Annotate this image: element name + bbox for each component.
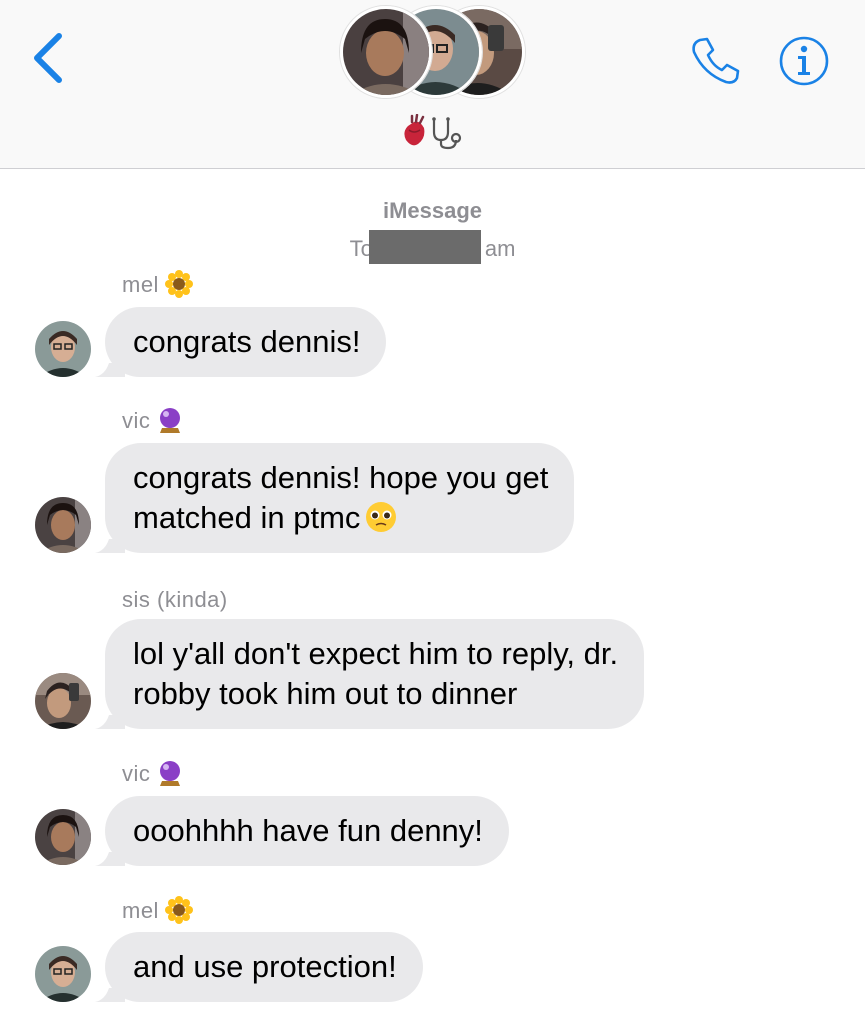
message-bubble[interactable]: lol y'all don't expect him to reply, dr.… — [95, 619, 645, 729]
avatar — [340, 6, 432, 98]
sender-name: mel — [122, 896, 193, 925]
message-line: lol y'all don't expect him to reply, dr. — [133, 636, 619, 671]
message-line: matched in ptmc — [133, 498, 548, 538]
sender-name: mel — [122, 270, 193, 299]
crystal-ball-icon — [160, 761, 181, 787]
sender-label: mel — [122, 272, 159, 297]
message-text: matched in ptmc — [133, 500, 361, 535]
message-bubble[interactable]: congrats dennis! hope you get matched in… — [95, 443, 575, 553]
message-text: ooohhhh have fun denny! — [133, 813, 483, 848]
call-button[interactable] — [688, 34, 742, 88]
timestamp-suffix: am — [484, 236, 516, 261]
sunflower-icon — [164, 896, 193, 925]
sender-name: sis (kinda) — [122, 587, 228, 613]
sender-name: vic — [122, 408, 184, 434]
crystal-ball-icon — [160, 408, 181, 434]
avatar[interactable] — [35, 809, 91, 865]
sender-name: vic — [122, 761, 184, 787]
avatar[interactable] — [35, 321, 91, 377]
avatar[interactable] — [35, 946, 91, 1002]
sender-label: vic — [122, 761, 151, 786]
imessage-group-thread: iMessage Toam mel congrats dennis! vic — [0, 0, 865, 1024]
sender-label: sis (kinda) — [122, 587, 228, 612]
timestamp: To am — [0, 230, 865, 265]
stethoscope-icon — [432, 117, 462, 150]
message-bubble[interactable]: and use protection! — [95, 932, 423, 1002]
bubble-tail — [95, 988, 125, 1002]
message-text: and use protection! — [133, 949, 397, 984]
phone-icon — [692, 37, 740, 84]
avatar[interactable] — [35, 497, 91, 553]
bubble-tail — [95, 363, 125, 377]
message-line: congrats dennis! hope you get — [133, 460, 549, 495]
redaction-bar — [368, 230, 481, 265]
anatomical-heart-icon — [404, 113, 425, 146]
info-button[interactable] — [778, 35, 830, 87]
message-text: congrats dennis! — [133, 324, 361, 359]
group-name-emoji — [398, 113, 470, 150]
info-circle-icon — [779, 36, 829, 86]
sunflower-icon — [164, 270, 193, 299]
message-line: robby took him out to dinner — [133, 676, 518, 711]
service-label: iMessage — [382, 198, 483, 223]
bubble-tail — [95, 715, 125, 729]
sender-label: vic — [122, 408, 151, 433]
bubble-tail — [95, 852, 125, 866]
avatar[interactable] — [35, 673, 91, 729]
bubble-tail — [95, 539, 125, 553]
message-bubble[interactable]: ooohhhh have fun denny! — [95, 796, 509, 866]
sender-label: mel — [122, 898, 159, 923]
message-bubble[interactable]: congrats dennis! — [95, 307, 387, 377]
pleading-face-icon — [366, 501, 397, 532]
conversation-header — [0, 0, 865, 169]
